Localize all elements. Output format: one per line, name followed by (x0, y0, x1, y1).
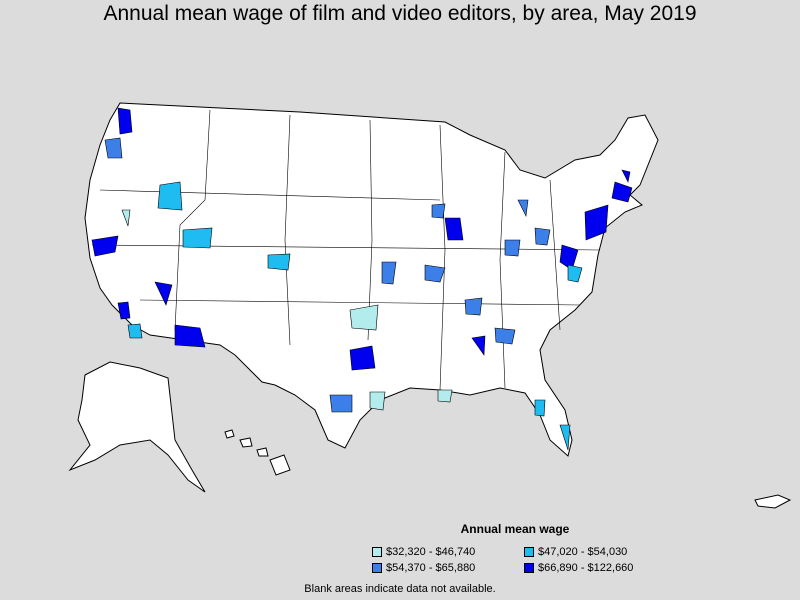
area-milwaukee (431, 203, 446, 219)
area-new-orleans (437, 389, 453, 403)
alaska (68, 361, 206, 493)
area-boise (157, 181, 183, 211)
legend-swatch-3 (372, 563, 382, 573)
area-austin (369, 391, 386, 411)
area-houston (329, 394, 353, 413)
area-denver (182, 227, 213, 249)
area-portland (104, 137, 123, 159)
area-nashville (464, 297, 483, 316)
legend-label-4: $66,890 - $122,660 (538, 562, 634, 574)
legend-label-2: $47,020 - $54,030 (538, 546, 628, 558)
legend-item: $47,020 - $54,030 (524, 546, 674, 558)
area-columbus (504, 239, 521, 257)
legend: $32,320 - $46,740 $47,020 - $54,030 $54,… (372, 546, 672, 574)
legend-item: $66,890 - $122,660 (524, 562, 674, 574)
legend-title: Annual mean wage (460, 522, 570, 536)
legend-item: $32,320 - $46,740 (372, 546, 524, 558)
legend-swatch-1 (372, 547, 382, 557)
area-seattle (117, 107, 133, 135)
hawaii (224, 429, 291, 476)
area-san-diego (127, 323, 143, 339)
area-tampa (534, 399, 546, 417)
footnote: Blank areas indicate data not available. (304, 583, 496, 595)
area-charlotte (494, 327, 516, 345)
us-area-map (68, 102, 792, 509)
area-dallas (349, 345, 376, 371)
area-los-angeles (117, 301, 131, 320)
legend-label-1: $32,320 - $46,740 (386, 546, 476, 558)
area-colorado-springs (267, 253, 291, 271)
legend-item: $54,370 - $65,880 (372, 562, 524, 574)
area-pittsburgh (534, 227, 551, 246)
legend-label-3: $54,370 - $65,880 (386, 562, 476, 574)
puerto-rico (754, 494, 792, 509)
legend-swatch-2 (524, 547, 534, 557)
area-chicago (444, 217, 464, 241)
legend-swatch-4 (524, 563, 534, 573)
